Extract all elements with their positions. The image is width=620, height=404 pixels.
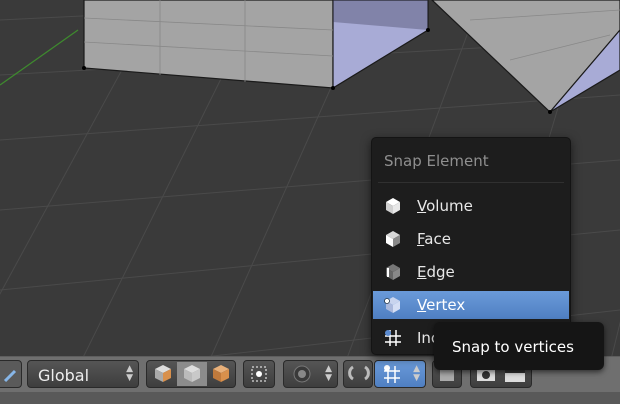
viewport-shading-buttons[interactable] <box>146 360 236 388</box>
menu-item-edge[interactable]: Edge <box>373 258 569 286</box>
menu-item-volume[interactable]: Volume <box>373 192 569 220</box>
menu-item-face[interactable]: Face <box>373 225 569 253</box>
snap-tooltip: Snap to vertices <box>434 322 604 370</box>
volume-icon <box>386 198 400 214</box>
pivot-point-button[interactable] <box>243 360 275 388</box>
menu-title: Snap Element <box>384 152 489 170</box>
camera-icon[interactable] <box>477 369 495 381</box>
dropdown-arrows-icon: ▲ ▼ <box>325 364 332 383</box>
manipulator-button[interactable] <box>0 360 22 388</box>
snap-toggle-button[interactable] <box>343 360 373 388</box>
solid-cube-icon[interactable] <box>155 365 171 382</box>
menu-item-vertex[interactable]: Vertex <box>373 291 569 319</box>
increment-icon <box>385 330 401 346</box>
snap-vertex-grid-icon <box>384 365 400 383</box>
dropdown-arrows-icon: ▲ ▼ <box>413 364 420 383</box>
orientation-value: Global <box>38 366 90 385</box>
dropdown-arrows-icon: ▲ ▼ <box>126 364 133 383</box>
orientation-dropdown[interactable]: Global ▲ ▼ <box>27 360 139 388</box>
snap-element-dropdown[interactable]: ▲ ▼ <box>374 360 426 388</box>
menu-separator <box>378 182 564 183</box>
clapper-icon[interactable] <box>505 369 525 382</box>
vertex-icon <box>384 297 400 313</box>
edge-icon <box>386 264 400 280</box>
proportional-circle-icon <box>293 365 311 383</box>
magnet-icon <box>348 365 370 381</box>
face-icon <box>386 231 400 247</box>
wrench-icon <box>3 369 17 383</box>
header-bottom-strip <box>0 392 620 404</box>
material-cube-icon[interactable] <box>213 365 229 382</box>
tooltip-text: Snap to vertices <box>452 338 574 356</box>
proportional-edit-dropdown[interactable]: ▲ ▼ <box>283 360 338 388</box>
pivot-dots-icon <box>251 366 267 382</box>
